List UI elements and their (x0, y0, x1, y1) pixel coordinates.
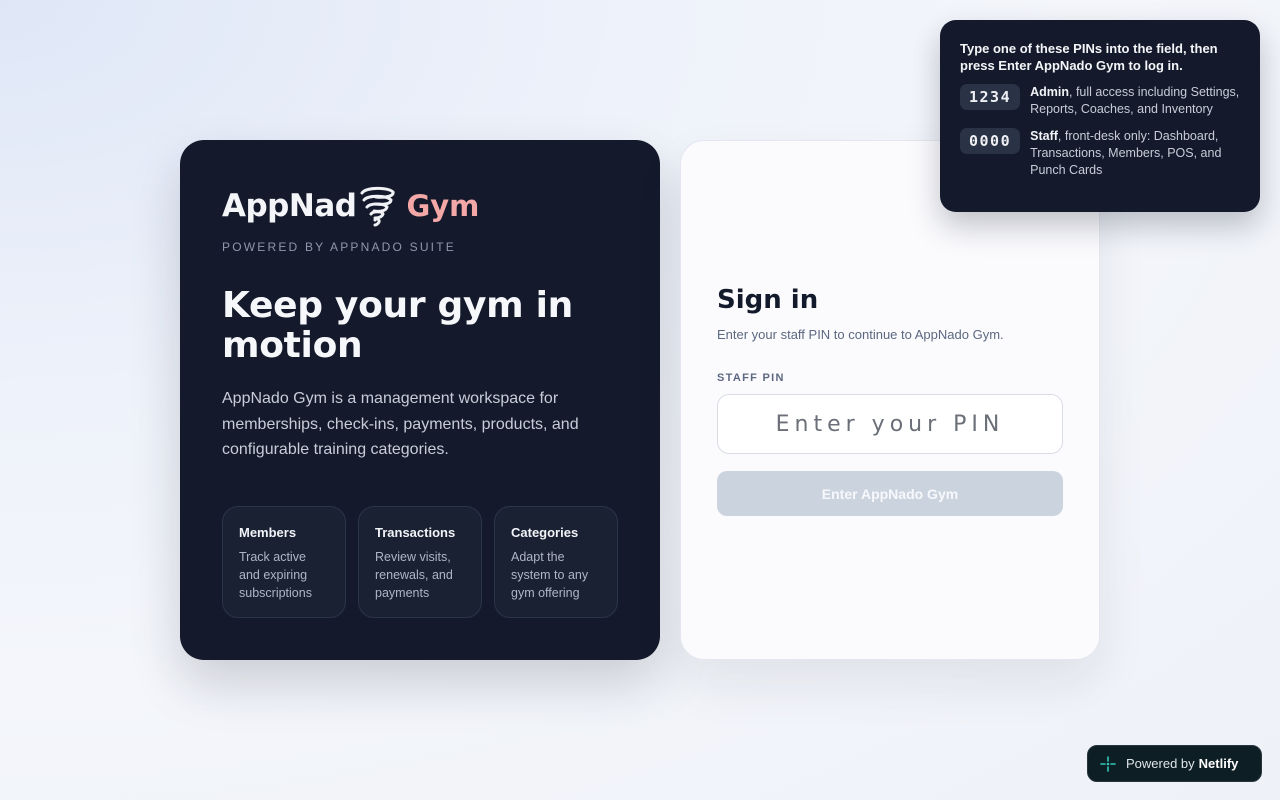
pin-hint-popover: Type one of these PINs into the field, t… (940, 20, 1260, 212)
feature-title: Categories (511, 525, 579, 540)
hero-description: AppNado Gym is a management workspace fo… (222, 390, 579, 458)
enter-gym-button[interactable]: Enter AppNado Gym (717, 471, 1063, 516)
pin-hint-admin: 1234 Admin, full access including Settin… (960, 84, 1240, 118)
pin-description: Staff, front-desk only: Dashboard, Trans… (1030, 128, 1240, 179)
feature-card-categories: Categories Adapt the system to any gym o… (494, 506, 618, 618)
pin-chip: 1234 (960, 84, 1021, 110)
intro-panel: AppNad Gym POWERED BY APPNADO SUITE Keep… (180, 140, 660, 660)
staff-pin-label: STAFF PIN (717, 372, 785, 384)
feature-card-members: Members Track active and expiring subscr… (222, 506, 346, 618)
feature-title: Transactions (375, 525, 456, 540)
brand-logo: AppNad Gym (222, 184, 618, 228)
pin-role: Admin (1030, 85, 1070, 99)
pin-description: Admin, full access including Settings, R… (1030, 84, 1240, 118)
feature-card-transactions: Transactions Review visits, renewals, an… (358, 506, 482, 618)
feature-description: Track active and expiring subscriptions (239, 550, 312, 600)
pin-role: Staff (1030, 129, 1058, 143)
staff-pin-input[interactable] (717, 394, 1063, 454)
signin-panel: Sign in Enter your staff PIN to continue… (680, 140, 1100, 660)
signin-title: Sign in (717, 285, 819, 315)
feature-title: Members (239, 525, 297, 540)
netlify-prefix: Powered by (1126, 756, 1195, 771)
pin-detail: , front-desk only: Dashboard, Transactio… (1030, 129, 1222, 177)
feature-cards: Members Track active and expiring subscr… (222, 506, 618, 618)
brand-name-gym: Gym (406, 189, 480, 223)
netlify-name: Netlify (1198, 756, 1239, 771)
pin-chip: 0000 (960, 128, 1021, 154)
hero-headline: Keep your gym in motion (222, 285, 573, 366)
feature-description: Adapt the system to any gym offering (511, 550, 589, 600)
pin-hint-heading: Type one of these PINs into the field, t… (960, 41, 1218, 73)
powered-by-label: POWERED BY APPNADO SUITE (222, 240, 456, 254)
signin-subtitle: Enter your staff PIN to continue to AppN… (717, 327, 1004, 342)
tornado-logo-icon (360, 186, 395, 227)
feature-description: Review visits, renewals, and payments (375, 550, 453, 600)
netlify-icon (1100, 755, 1116, 772)
netlify-badge[interactable]: Powered by Netlify (1087, 745, 1262, 782)
brand-name-app: AppNad (222, 188, 357, 224)
pin-hint-staff: 0000 Staff, front-desk only: Dashboard, … (960, 128, 1240, 179)
